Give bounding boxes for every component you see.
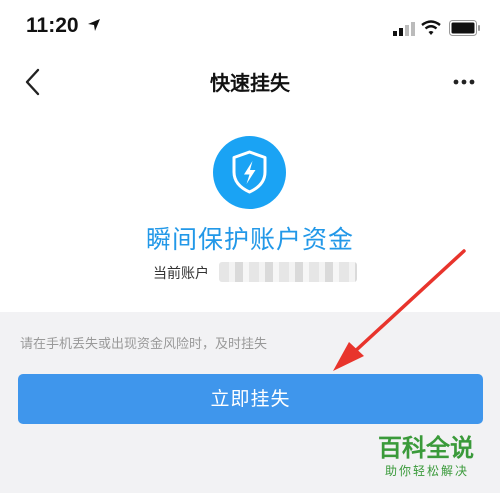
watermark-subtitle: 助你轻松解决 — [385, 464, 470, 478]
signal-icon — [393, 22, 415, 36]
more-button[interactable] — [444, 68, 484, 96]
status-bar: 11:20 — [0, 0, 500, 56]
more-icon — [453, 79, 475, 85]
watermark-logo: 百科全说 助你轻松解决 — [368, 424, 492, 486]
masked-account-number — [219, 262, 357, 282]
wifi-icon — [421, 20, 441, 35]
battery-icon — [449, 20, 480, 36]
account-label: 当前账户 — [153, 266, 209, 282]
shield-lightning-icon — [232, 150, 267, 194]
location-arrow-icon — [88, 19, 100, 31]
shield-badge — [213, 136, 286, 209]
report-loss-button[interactable]: 立即挂失 — [18, 374, 483, 424]
watermark-title: 百科全说 — [378, 434, 474, 462]
page-title: 快速挂失 — [210, 71, 290, 95]
hint-text: 请在手机丢失或出现资金风险时，及时挂失 — [20, 337, 268, 352]
headline: 瞬间保护账户资金 — [145, 225, 354, 254]
nav-bar: 快速挂失 — [0, 56, 500, 108]
status-time: 11:20 — [26, 14, 79, 37]
